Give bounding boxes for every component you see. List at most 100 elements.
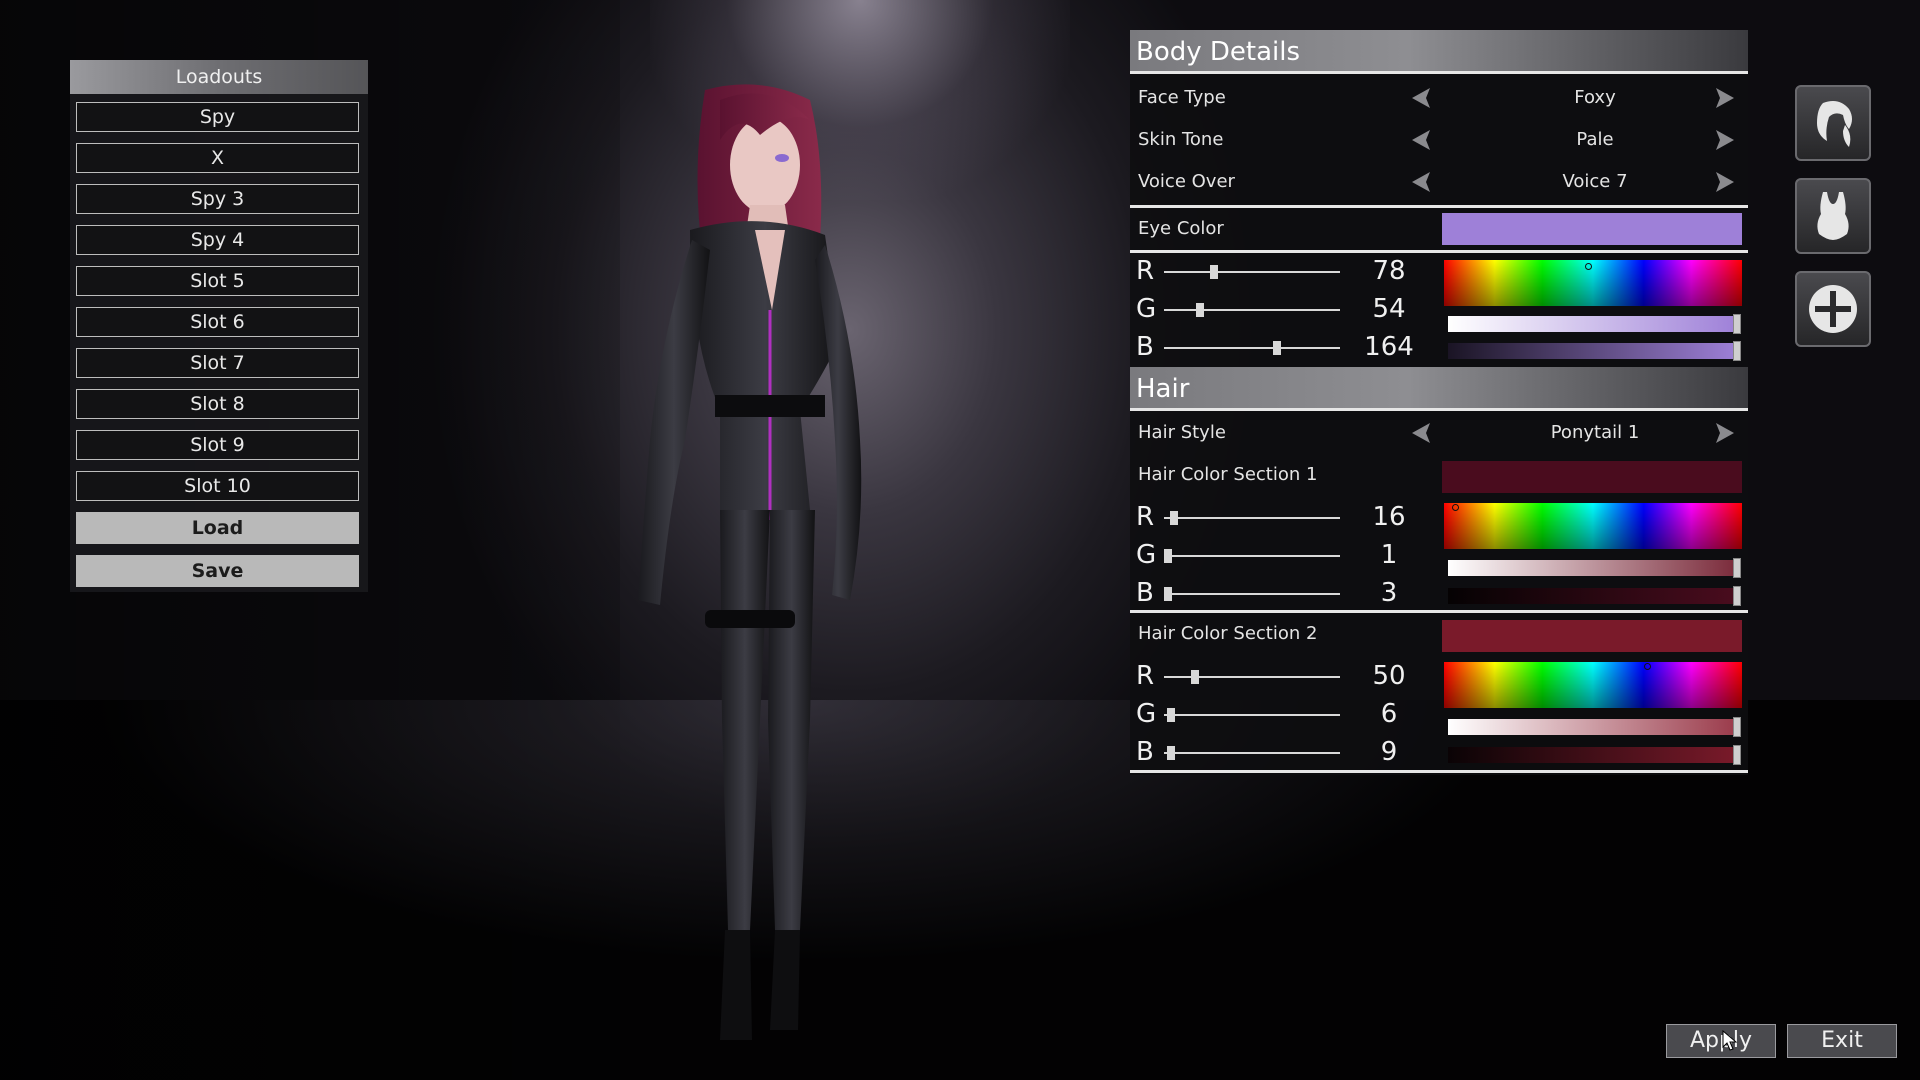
- hair1-hue-marker[interactable]: [1452, 504, 1459, 511]
- hair-color-2-row: Hair Color Section 2: [1130, 613, 1748, 655]
- hair1-blue-slider-thumb[interactable]: [1164, 587, 1172, 601]
- hair2-brightness-bar[interactable]: [1448, 745, 1741, 765]
- hair1-brightness-bar[interactable]: [1448, 586, 1741, 606]
- hair-color-2-label: Hair Color Section 2: [1138, 623, 1318, 644]
- skin-tone-label: Skin Tone: [1138, 129, 1224, 150]
- skin-tone-prev-arrow-icon[interactable]: [1408, 127, 1434, 153]
- hair-color-1-swatch[interactable]: [1442, 461, 1742, 493]
- eye-brightness-handle[interactable]: [1733, 341, 1741, 361]
- red-channel-label: R: [1136, 256, 1155, 286]
- hair2-brightness-handle[interactable]: [1733, 745, 1741, 765]
- apply-button[interactable]: Apply: [1666, 1024, 1776, 1058]
- character-model: [610, 80, 910, 1070]
- hair1-red-value: 16: [1372, 502, 1406, 532]
- loadout-slot-9[interactable]: Slot 9: [76, 430, 359, 460]
- hair-style-next-arrow-icon[interactable]: [1712, 420, 1738, 446]
- hair2-red-value: 50: [1372, 661, 1406, 691]
- eye-green-value: 54: [1372, 294, 1406, 324]
- hair1-saturation-handle[interactable]: [1733, 558, 1741, 578]
- voice-over-value: Voice 7: [1562, 171, 1628, 192]
- skin-tone-row: Skin Tone Pale: [1130, 119, 1748, 161]
- hair1-blue-slider[interactable]: [1164, 593, 1340, 595]
- face-type-prev-arrow-icon[interactable]: [1408, 85, 1434, 111]
- voice-over-next-arrow-icon[interactable]: [1712, 169, 1738, 195]
- loadout-slot-4[interactable]: Spy 4: [76, 225, 359, 255]
- loadout-slot-8[interactable]: Slot 8: [76, 389, 359, 419]
- loadout-slot-1[interactable]: Spy: [76, 102, 359, 132]
- divider: [1130, 250, 1748, 253]
- hair1-green-slider-thumb[interactable]: [1164, 549, 1172, 563]
- eye-color-swatch[interactable]: [1442, 213, 1742, 245]
- hair1-red-slider[interactable]: [1164, 517, 1340, 519]
- hair1-brightness-handle[interactable]: [1733, 586, 1741, 606]
- eye-red-slider[interactable]: [1164, 271, 1340, 273]
- hair-style-row: Hair Style Ponytail 1: [1130, 412, 1748, 454]
- hair-style-prev-arrow-icon[interactable]: [1408, 420, 1434, 446]
- exit-button[interactable]: Exit: [1787, 1024, 1897, 1058]
- face-type-row: Face Type Foxy: [1130, 77, 1748, 119]
- voice-over-prev-arrow-icon[interactable]: [1408, 169, 1434, 195]
- hair2-green-value: 6: [1380, 699, 1398, 729]
- blue-channel-label: B: [1136, 737, 1154, 767]
- mouse-cursor-icon: [1722, 1029, 1738, 1052]
- hair2-green-slider-thumb[interactable]: [1167, 708, 1175, 722]
- hair2-green-slider[interactable]: [1164, 714, 1340, 716]
- hair1-green-value: 1: [1380, 540, 1398, 570]
- eye-green-slider[interactable]: [1164, 309, 1340, 311]
- loadout-slot-5[interactable]: Slot 5: [76, 266, 359, 296]
- loadout-slot-6[interactable]: Slot 6: [76, 307, 359, 337]
- face-type-label: Face Type: [1138, 87, 1226, 108]
- loadout-slot-3[interactable]: Spy 3: [76, 184, 359, 214]
- loadout-slot-10[interactable]: Slot 10: [76, 471, 359, 501]
- voice-over-row: Voice Over Voice 7: [1130, 161, 1748, 203]
- customization-panel: Body Details Face Type Foxy Skin Tone Pa…: [1130, 30, 1748, 775]
- green-channel-label: G: [1136, 699, 1157, 729]
- face-type-next-arrow-icon[interactable]: [1712, 85, 1738, 111]
- hair1-green-slider[interactable]: [1164, 555, 1340, 557]
- skin-tone-value: Pale: [1576, 129, 1614, 150]
- hair-color-1-label: Hair Color Section 1: [1138, 464, 1318, 485]
- hair-header: Hair: [1130, 367, 1748, 411]
- outfit-icon[interactable]: [1795, 178, 1871, 254]
- eye-blue-value: 164: [1364, 332, 1414, 362]
- green-channel-label: G: [1136, 540, 1157, 570]
- hair2-saturation-handle[interactable]: [1733, 717, 1741, 737]
- hair-style-value: Ponytail 1: [1550, 422, 1640, 443]
- loadout-slot-7[interactable]: Slot 7: [76, 348, 359, 378]
- hair-color-2-swatch[interactable]: [1442, 620, 1742, 652]
- hair2-blue-slider-thumb[interactable]: [1167, 746, 1175, 760]
- divider: [1130, 770, 1748, 773]
- face-type-value: Foxy: [1574, 87, 1616, 108]
- save-button[interactable]: Save: [76, 555, 359, 587]
- hair-color-1-row: Hair Color Section 1: [1130, 454, 1748, 496]
- eye-hue-marker[interactable]: [1585, 263, 1592, 270]
- add-icon[interactable]: [1795, 271, 1871, 347]
- hair2-hue-marker[interactable]: [1644, 663, 1651, 670]
- loadouts-title: Loadouts: [70, 60, 368, 94]
- hair2-saturation-bar[interactable]: [1448, 717, 1741, 737]
- hair2-red-slider-thumb[interactable]: [1191, 670, 1199, 684]
- green-channel-label: G: [1136, 294, 1157, 324]
- hair2-blue-slider[interactable]: [1164, 752, 1340, 754]
- eye-color-row: Eye Color: [1130, 208, 1748, 250]
- loadouts-panel: Loadouts Spy X Spy 3 Spy 4 Slot 5 Slot 6…: [70, 60, 368, 592]
- blue-channel-label: B: [1136, 332, 1154, 362]
- hair1-saturation-bar[interactable]: [1448, 558, 1741, 578]
- eye-green-slider-thumb[interactable]: [1196, 303, 1204, 317]
- eye-brightness-bar[interactable]: [1448, 341, 1741, 361]
- eye-blue-slider-thumb[interactable]: [1273, 341, 1281, 355]
- eye-blue-slider[interactable]: [1164, 347, 1340, 349]
- eye-red-slider-thumb[interactable]: [1210, 265, 1218, 279]
- blue-channel-label: B: [1136, 578, 1154, 608]
- hair-style-label: Hair Style: [1138, 422, 1226, 443]
- eye-red-value: 78: [1372, 256, 1406, 286]
- loadout-slot-2[interactable]: X: [76, 143, 359, 173]
- red-channel-label: R: [1136, 502, 1155, 532]
- load-button[interactable]: Load: [76, 512, 359, 544]
- hair1-red-slider-thumb[interactable]: [1170, 511, 1178, 525]
- hair-icon[interactable]: [1795, 85, 1871, 161]
- eye-color-label: Eye Color: [1138, 218, 1224, 239]
- body-details-header: Body Details: [1130, 30, 1748, 74]
- skin-tone-next-arrow-icon[interactable]: [1712, 127, 1738, 153]
- red-channel-label: R: [1136, 661, 1155, 691]
